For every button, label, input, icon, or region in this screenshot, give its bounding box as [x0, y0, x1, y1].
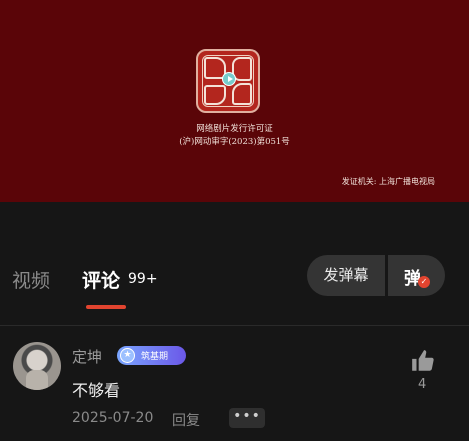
- divider: [0, 325, 469, 326]
- content-tabs: 视频 评论 99+ 发弹幕 弹 ✓: [0, 238, 469, 328]
- comments-count: 99+: [128, 271, 158, 287]
- license-title: 网络剧片发行许可证: [196, 124, 273, 134]
- play-icon: [222, 72, 236, 86]
- more-options-button[interactable]: •••: [229, 408, 265, 428]
- comment-text: 不够看: [72, 381, 121, 400]
- license-seal-logo: [196, 49, 260, 113]
- level-star-icon: ★: [120, 348, 135, 363]
- comment-date: 2025-07-20: [72, 410, 154, 426]
- like-count: 4: [418, 377, 427, 392]
- tab-video[interactable]: 视频: [12, 266, 50, 293]
- reply-button[interactable]: 回复: [172, 410, 200, 430]
- active-tab-indicator: [86, 305, 126, 309]
- comment-username[interactable]: 定坤: [72, 346, 102, 367]
- danmu-enabled-check-icon: ✓: [418, 276, 430, 288]
- thumbs-up-icon: [412, 350, 434, 371]
- avatar[interactable]: [13, 342, 61, 390]
- level-badge-label: 筑基期: [141, 352, 169, 362]
- license-number: (沪)网动审字(2023)第051号: [179, 137, 290, 147]
- tab-comments[interactable]: 评论: [82, 266, 120, 293]
- like-button[interactable]: [410, 348, 436, 374]
- comment-item: 定坤 ★ 筑基期 不够看 2025-07-20 回复 ••• 4: [0, 330, 469, 441]
- level-badge: ★ 筑基期: [117, 346, 186, 365]
- license-issuer: 发证机关: 上海广播电视局: [341, 177, 435, 186]
- danmu-toggle-button[interactable]: 弹 ✓: [388, 255, 445, 296]
- video-player[interactable]: 网络剧片发行许可证 (沪)网动审字(2023)第051号 发证机关: 上海广播电…: [0, 0, 469, 202]
- send-danmu-button[interactable]: 发弹幕: [307, 255, 385, 296]
